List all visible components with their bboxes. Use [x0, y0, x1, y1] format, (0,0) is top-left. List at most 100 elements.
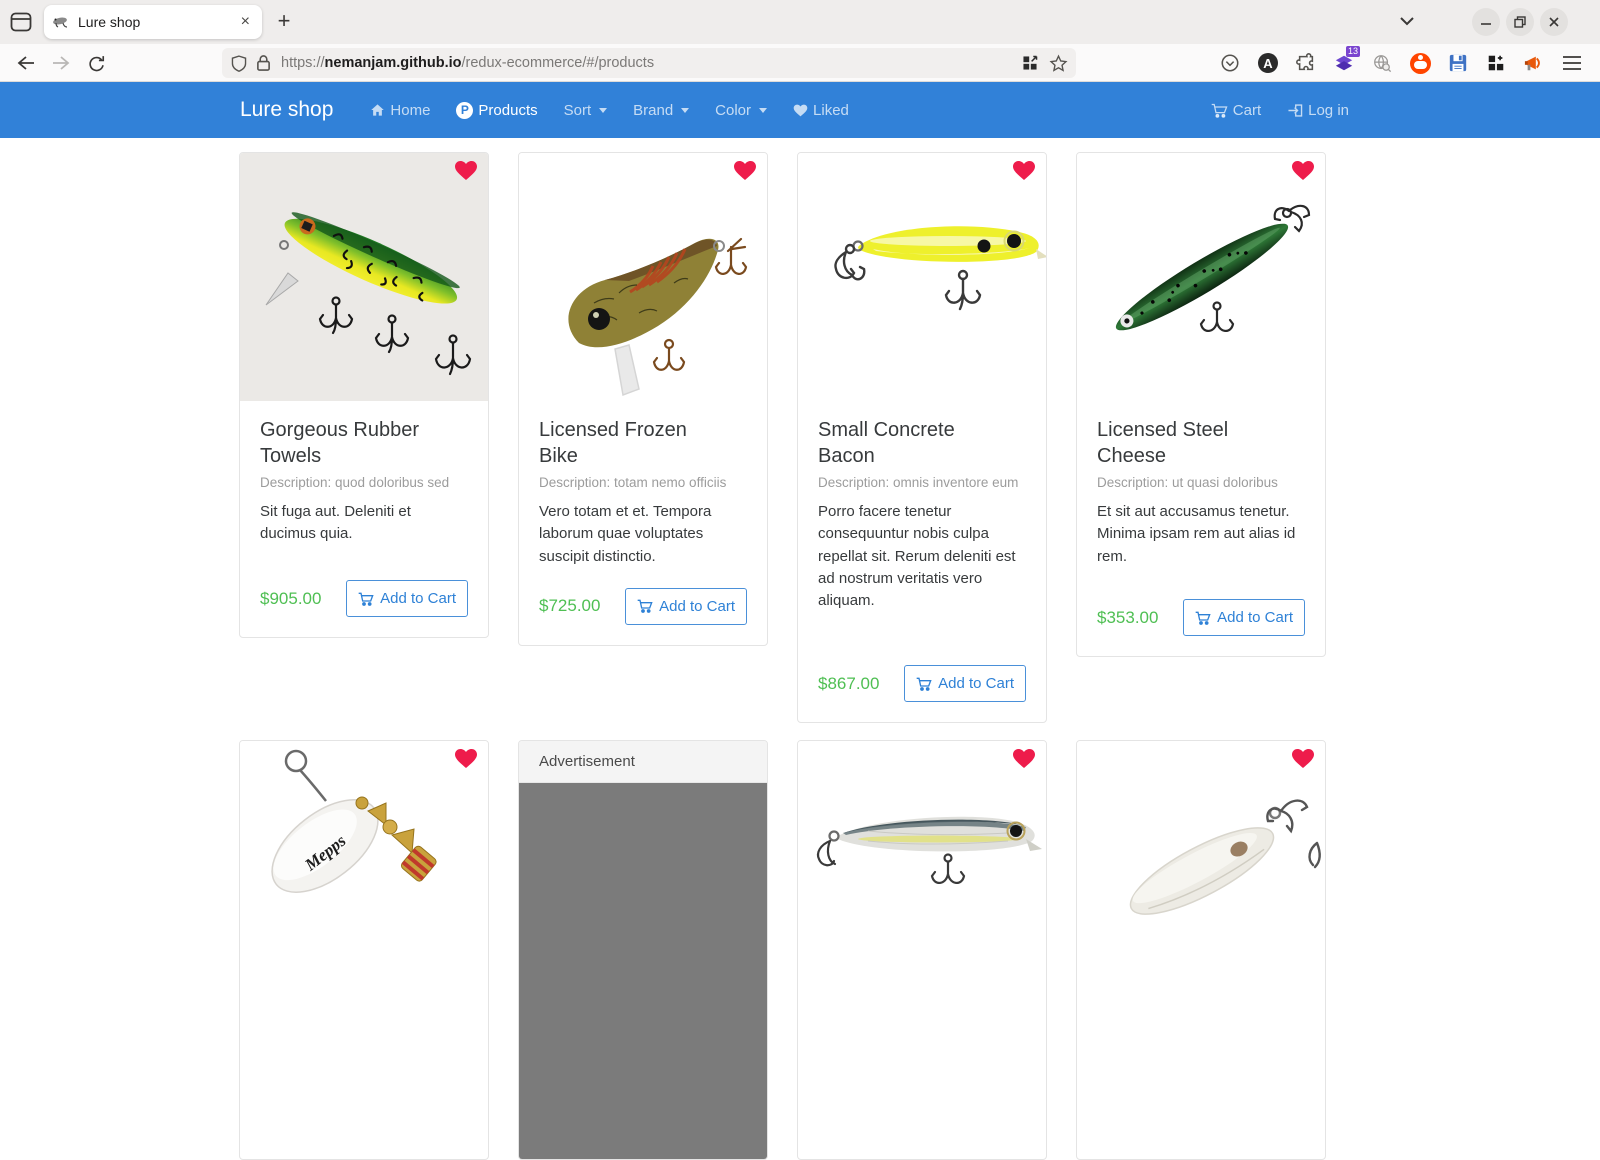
- nav-item-login[interactable]: Log in: [1276, 96, 1360, 125]
- back-button[interactable]: [12, 49, 40, 77]
- product-card: [797, 740, 1047, 1160]
- product-price: $353.00: [1097, 608, 1158, 628]
- advertisement-card: Advertisement: [518, 740, 768, 1160]
- reddit-icon[interactable]: [1406, 49, 1434, 77]
- mepps-spinner-lure-image: Mepps: [240, 741, 488, 989]
- liked-heart-icon[interactable]: [1012, 748, 1036, 769]
- chevron-down-icon: [599, 108, 607, 113]
- liked-heart-icon[interactable]: [733, 160, 757, 181]
- save-page-floppy-icon[interactable]: [1444, 49, 1472, 77]
- reload-button[interactable]: [82, 49, 110, 77]
- firefox-view-icon[interactable]: [8, 9, 34, 35]
- globe-search-icon[interactable]: [1368, 49, 1396, 77]
- tab-close-icon[interactable]: ×: [237, 13, 254, 31]
- liked-heart-icon[interactable]: [454, 160, 478, 181]
- browser-toolbar: https://nemanjam.github.io/redux-ecommer…: [0, 44, 1600, 82]
- product-text: Sit fuga aut. Deleniti et ducimus quia.: [260, 501, 468, 545]
- nav-item-home[interactable]: Home: [359, 96, 441, 125]
- product-card: Small Concrete Bacon Description: omnis …: [797, 152, 1047, 723]
- megaphone-icon[interactable]: [1520, 49, 1548, 77]
- product-title: Small Concrete Bacon: [818, 417, 1008, 469]
- product-card: Licensed Steel Cheese Description: ut qu…: [1076, 152, 1326, 657]
- nav-item-products[interactable]: P Products: [445, 96, 548, 125]
- pearl-topwater-lure-image: [1077, 741, 1325, 989]
- pocket-icon[interactable]: [1216, 49, 1244, 77]
- cart-icon: [1211, 103, 1228, 118]
- silver-minnow-lure-image: [798, 741, 1046, 989]
- chevron-down-icon: [681, 108, 689, 113]
- nav-item-color[interactable]: Color: [704, 96, 778, 125]
- window-close-button[interactable]: [1540, 8, 1568, 36]
- lock-icon[interactable]: [256, 54, 271, 72]
- cart-icon: [1195, 611, 1211, 625]
- add-to-cart-button[interactable]: Add to Cart: [346, 580, 468, 617]
- product-card: [1076, 740, 1326, 1160]
- liked-heart-icon[interactable]: [1291, 160, 1315, 181]
- grasshopper-lure-image: [519, 153, 767, 401]
- product-title: Licensed Frozen Bike: [539, 417, 729, 469]
- browser-tab[interactable]: Lure shop ×: [44, 5, 262, 39]
- window-restore-button[interactable]: [1506, 8, 1534, 36]
- extension-badge: 13: [1346, 46, 1360, 57]
- browser-tab-bar: Lure shop × +: [0, 0, 1600, 44]
- yellow-minnow-lure-image: [798, 153, 1046, 401]
- extension-a-icon[interactable]: A: [1254, 49, 1282, 77]
- nav-item-sort[interactable]: Sort: [553, 96, 619, 125]
- product-text: Porro facere tenetur consequuntur nobis …: [818, 501, 1026, 612]
- stacks-extension-icon[interactable]: 13: [1330, 49, 1358, 77]
- tiles-plus-extension-icon[interactable]: [1482, 49, 1510, 77]
- product-text: Et sit aut accusamus tenetur. Minima ips…: [1097, 501, 1305, 568]
- cart-icon: [637, 599, 653, 613]
- brand-logo[interactable]: Lure shop: [240, 98, 333, 122]
- extensions-puzzle-icon[interactable]: [1292, 49, 1320, 77]
- products-icon: P: [456, 102, 473, 119]
- tab-title: Lure shop: [78, 14, 237, 30]
- product-description: Description: ut quasi doloribus: [1097, 474, 1305, 492]
- advertisement-placeholder[interactable]: [519, 783, 767, 1159]
- url-path: /redux-ecommerce/#/products: [461, 55, 654, 71]
- url-text[interactable]: https://nemanjam.github.io/redux-ecommer…: [281, 55, 1021, 71]
- cart-icon: [916, 677, 932, 691]
- product-card: Mepps: [239, 740, 489, 1160]
- liked-heart-icon[interactable]: [454, 748, 478, 769]
- product-text: Vero totam et et. Tempora laborum quae v…: [539, 501, 747, 568]
- site-navbar: Lure shop Home P Products Sort Brand Col…: [0, 82, 1600, 138]
- page-actions-icon[interactable]: [1021, 54, 1039, 72]
- product-card: Gorgeous Rubber Towels Description: quod…: [239, 152, 489, 638]
- forward-button[interactable]: [47, 49, 75, 77]
- nav-links: Home P Products Sort Brand Color Liked: [359, 96, 1199, 125]
- login-icon: [1287, 103, 1303, 118]
- home-icon: [370, 103, 385, 117]
- bookmark-star-icon[interactable]: [1049, 54, 1068, 73]
- url-domain: nemanjam.github.io: [325, 55, 462, 71]
- product-description: Description: totam nemo officiis: [539, 474, 747, 492]
- nav-item-cart[interactable]: Cart: [1200, 96, 1272, 125]
- product-description: Description: omnis inventore eum: [818, 474, 1026, 492]
- firetiger-crankbait-lure-image: [240, 153, 488, 401]
- nav-item-liked[interactable]: Liked: [782, 96, 860, 125]
- product-price: $905.00: [260, 589, 321, 609]
- green-jerkbait-lure-image: [1077, 153, 1325, 401]
- nav-item-brand[interactable]: Brand: [622, 96, 700, 125]
- tracking-shield-icon[interactable]: [230, 54, 248, 73]
- add-to-cart-button[interactable]: Add to Cart: [1183, 599, 1305, 636]
- url-bar[interactable]: https://nemanjam.github.io/redux-ecommer…: [222, 48, 1076, 78]
- add-to-cart-button[interactable]: Add to Cart: [904, 665, 1026, 702]
- cart-icon: [358, 592, 374, 606]
- nav-right: Cart Log in: [1200, 96, 1360, 125]
- liked-heart-icon[interactable]: [1012, 160, 1036, 181]
- product-description: Description: quod doloribus sed: [260, 474, 468, 492]
- add-to-cart-button[interactable]: Add to Cart: [625, 588, 747, 625]
- list-all-tabs-icon[interactable]: [1396, 10, 1418, 32]
- product-price: $725.00: [539, 596, 600, 616]
- window-minimize-button[interactable]: [1472, 8, 1500, 36]
- url-scheme: https://: [281, 55, 325, 71]
- heart-icon: [793, 104, 808, 117]
- product-title: Gorgeous Rubber Towels: [260, 417, 450, 469]
- new-tab-button[interactable]: +: [270, 8, 298, 36]
- liked-heart-icon[interactable]: [1291, 748, 1315, 769]
- tab-favicon-lure-icon: [52, 15, 70, 29]
- chevron-down-icon: [759, 108, 767, 113]
- advertisement-label: Advertisement: [519, 741, 767, 783]
- menu-hamburger-icon[interactable]: [1558, 49, 1586, 77]
